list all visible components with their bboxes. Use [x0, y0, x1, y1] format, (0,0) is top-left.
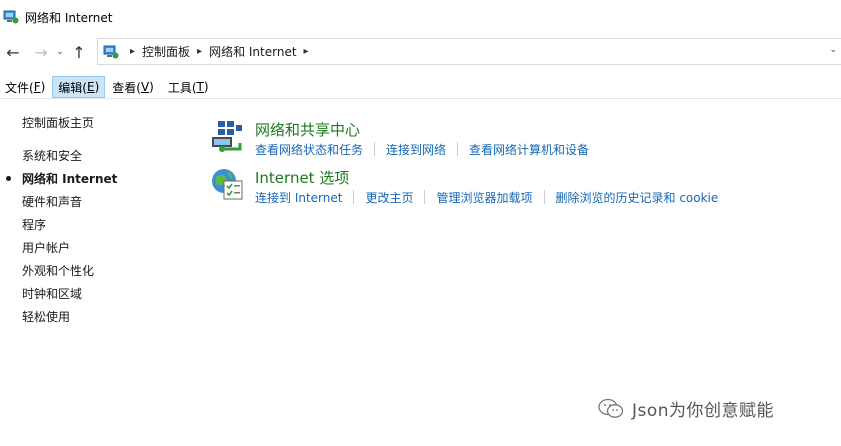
sidebar-item-hardware-sound[interactable]: 硬件和声音	[22, 193, 82, 210]
recent-locations-chevron-icon[interactable]: ⌄	[52, 39, 68, 65]
sidebar-item-clock-region[interactable]: 时钟和区域	[22, 285, 82, 302]
back-arrow-icon[interactable]: ←	[2, 39, 24, 65]
breadcrumb-separator-icon[interactable]: ▸	[130, 46, 135, 57]
address-bar[interactable]: ▸ 控制面板 ▸ 网络和 Internet ▸ ⌄	[97, 38, 841, 65]
link-change-homepage[interactable]: 更改主页	[365, 189, 413, 206]
control-panel-icon	[103, 45, 119, 58]
forward-arrow-icon[interactable]: →	[30, 39, 52, 65]
network-sharing-center-icon[interactable]	[210, 119, 244, 153]
navigation-bar: ← → ⌄ ↑ ▸ 控制面板 ▸ 网络和 Internet ▸ ⌄	[0, 36, 841, 68]
menu-edit[interactable]: 编辑(E)	[52, 76, 106, 98]
window-title: 网络和 Internet	[25, 10, 113, 25]
menu-view[interactable]: 查看(V)	[107, 76, 159, 98]
link-manage-addons[interactable]: 管理浏览器加载项	[436, 189, 532, 206]
current-item-bullet-icon	[6, 176, 11, 181]
sidebar-item-appearance[interactable]: 外观和个性化	[22, 262, 94, 279]
link-divider	[374, 142, 376, 156]
link-connect-to-internet[interactable]: 连接到 Internet	[255, 189, 342, 206]
sidebar-item-network-internet: 网络和 Internet	[22, 172, 118, 186]
link-divider	[424, 190, 426, 204]
watermark: Json为你创意赋能	[598, 396, 774, 421]
internet-options-icon[interactable]	[210, 167, 244, 201]
link-connect-to-network[interactable]: 连接到网络	[386, 141, 446, 158]
link-divider	[353, 190, 355, 204]
link-divider	[457, 142, 459, 156]
title-bar: 网络和 Internet	[0, 0, 841, 34]
breadcrumb-separator-icon[interactable]: ▸	[197, 46, 202, 57]
network-sharing-center-heading[interactable]: 网络和共享中心	[255, 119, 360, 140]
link-divider	[543, 190, 545, 204]
sidebar-item-user-accounts[interactable]: 用户帐户	[22, 239, 70, 256]
watermark-text: Json为你创意赋能	[632, 401, 775, 421]
menu-tools[interactable]: 工具(T)	[163, 76, 214, 98]
wechat-icon	[598, 398, 624, 418]
sidebar-item-control-panel-home[interactable]: 控制面板主页	[22, 114, 94, 131]
address-history-dropdown-icon[interactable]: ⌄	[829, 45, 837, 55]
breadcrumb-separator-icon[interactable]: ▸	[304, 46, 309, 57]
sidebar-item-system-security[interactable]: 系统和安全	[22, 147, 82, 164]
network-sharing-center-links: 查看网络状态和任务 连接到网络 查看网络计算机和设备	[255, 141, 589, 158]
menu-bar: 文件(F) 编辑(E) 查看(V) 工具(T)	[0, 76, 841, 99]
breadcrumb-item[interactable]: 网络和 Internet	[209, 43, 296, 60]
link-delete-browsing-history[interactable]: 删除浏览的历史记录和 cookie	[556, 189, 719, 206]
internet-options-heading[interactable]: Internet 选项	[255, 167, 349, 188]
link-view-network-status[interactable]: 查看网络状态和任务	[255, 141, 363, 158]
menu-file[interactable]: 文件(F)	[0, 76, 50, 98]
network-window-icon	[3, 10, 19, 24]
breadcrumb-item[interactable]: 控制面板	[142, 43, 190, 60]
link-view-network-computers[interactable]: 查看网络计算机和设备	[469, 141, 589, 158]
up-arrow-icon[interactable]: ↑	[68, 39, 90, 65]
sidebar-item-programs[interactable]: 程序	[22, 216, 46, 233]
internet-options-links: 连接到 Internet 更改主页 管理浏览器加载项 删除浏览的历史记录和 co…	[255, 189, 718, 206]
sidebar-item-ease-of-access[interactable]: 轻松使用	[22, 308, 70, 325]
